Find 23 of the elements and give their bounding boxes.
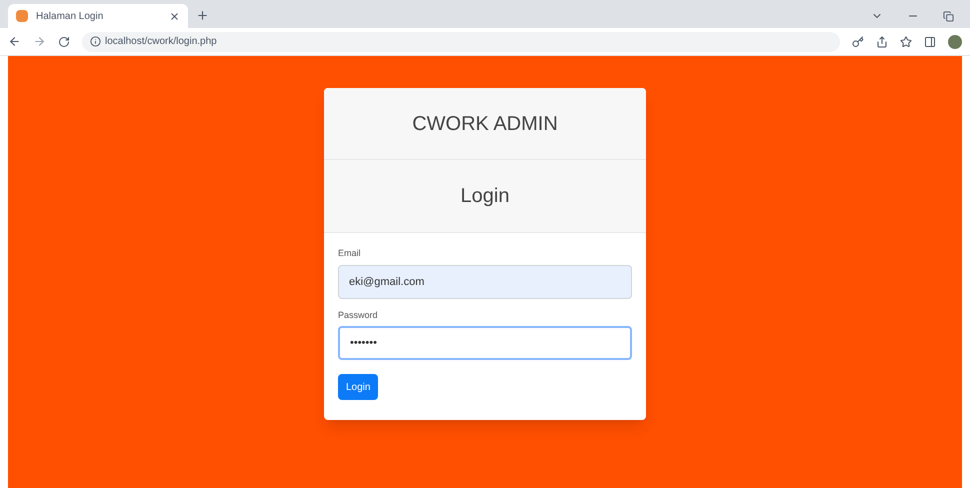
info-icon: [90, 36, 101, 47]
field-label: Email: [338, 247, 362, 260]
reload-icon[interactable]: [58, 36, 70, 48]
address-bar[interactable]: localhost/cwork/login.php: [82, 32, 840, 52]
back-icon[interactable]: [8, 35, 21, 48]
profile-avatar[interactable]: [948, 34, 962, 48]
close-icon[interactable]: [169, 10, 180, 22]
share-icon[interactable]: [876, 36, 888, 48]
input-field[interactable]: eki@gmail.com: [338, 264, 632, 298]
star-icon[interactable]: [900, 36, 912, 48]
key-icon[interactable]: [852, 36, 864, 48]
login-button[interactable]: Login: [338, 374, 378, 400]
side-panel-icon[interactable]: [924, 36, 936, 48]
login-heading: Login: [460, 184, 510, 209]
new-tab-icon[interactable]: [196, 9, 209, 22]
tab-title: Halaman Login: [36, 10, 104, 24]
field-label: Password: [338, 308, 379, 322]
browser-tab[interactable]: Halaman Login: [8, 4, 188, 28]
input-field[interactable]: •••••••: [338, 326, 632, 360]
restore-icon[interactable]: [943, 10, 954, 22]
favicon-icon: [16, 10, 28, 22]
forward-icon[interactable]: [33, 35, 46, 48]
brand-title: CWORK ADMIN: [412, 112, 558, 136]
